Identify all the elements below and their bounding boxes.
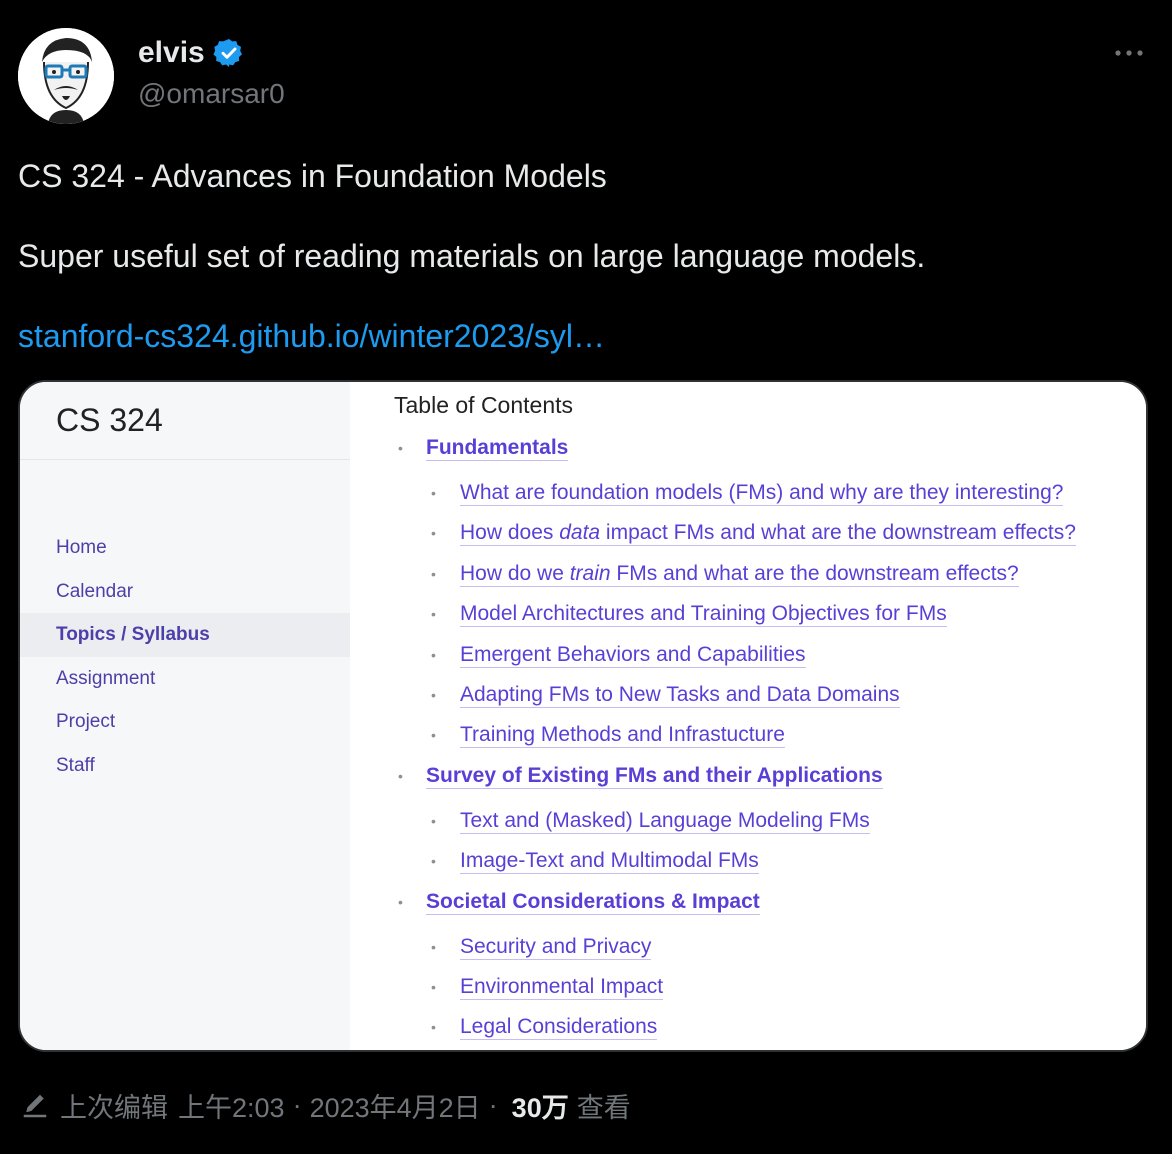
toc-item-link[interactable]: Emergent Behaviors and Capabilities xyxy=(460,643,806,668)
toc-item: • What are foundation models (FMs) and wh… xyxy=(398,473,1136,513)
tweet-text: CS 324 - Advances in Foundation Models S… xyxy=(18,154,1154,394)
toc-item: • Emergent Behaviors and Capabilities xyxy=(398,635,1136,675)
toc-item: • Security and Privacy xyxy=(398,927,1136,967)
site-title[interactable]: CS 324 xyxy=(56,402,163,439)
nav-item-staff[interactable]: Staff xyxy=(20,744,350,788)
bullet-icon: • xyxy=(431,606,436,623)
toc-item-text-post: FMs and what are the downstream effects? xyxy=(610,561,1019,585)
bullet-icon: • xyxy=(431,686,436,703)
views-label: 查看 xyxy=(576,1093,631,1123)
bullet-icon: • xyxy=(431,727,436,744)
tweet-link[interactable]: stanford-cs324.github.io/winter2023/syl… xyxy=(18,318,605,354)
toc-item-text-pre: Emergent Behaviors and Capabilities xyxy=(460,642,806,666)
toc-item-link[interactable]: How do we train FMs and what are the dow… xyxy=(460,562,1019,587)
toc-item-text-post: impact FMs and what are the downstream e… xyxy=(600,521,1076,545)
toc-section-link[interactable]: Fundamentals xyxy=(426,436,569,461)
toc-item-link[interactable]: Training Methods and Infrastucture xyxy=(460,723,785,749)
bullet-icon: • xyxy=(398,440,403,456)
bullet-icon: • xyxy=(431,938,436,955)
toc-section-link[interactable]: Societal Considerations & Impact xyxy=(426,890,760,915)
edited-label[interactable]: 上次编辑 xyxy=(60,1086,168,1125)
toc-item-link[interactable]: What are foundation models (FMs) and why… xyxy=(460,481,1064,506)
toc-item: • Legal Considerations xyxy=(398,1007,1136,1047)
toc-item: • Adapting FMs to New Tasks and Data Doma… xyxy=(398,675,1136,715)
bullet-icon: • xyxy=(431,525,436,542)
bullet-icon: • xyxy=(398,767,403,784)
author-handle[interactable]: @omarsar0 xyxy=(138,78,285,110)
bullet-icon: • xyxy=(431,978,436,995)
toc-item-text-pre: Legal Considerations xyxy=(460,1015,658,1039)
avatar[interactable] xyxy=(18,28,114,124)
toc-item-text-em: train xyxy=(569,561,611,585)
bullet-icon: • xyxy=(398,893,403,910)
nav-item-calendar[interactable]: Calendar xyxy=(20,570,350,614)
tweet-meta: 上次编辑 上午2:03 · 2023年4月2日 · 30万 查看 xyxy=(20,1086,631,1125)
toc-title: Table of Contents xyxy=(394,392,574,418)
toc-section: • Survey of Existing FMs and their Applic… xyxy=(398,756,1136,801)
bullet-icon: • xyxy=(431,812,436,829)
author-display-name[interactable]: elvis xyxy=(138,36,205,70)
toc-item-link[interactable]: Legal Considerations xyxy=(460,1015,658,1041)
tweet-date[interactable]: 2023年4月2日 xyxy=(310,1086,481,1125)
tweet-time[interactable]: 上午2:03 xyxy=(178,1086,285,1125)
nav-item-project[interactable]: Project xyxy=(20,700,350,744)
more-options-icon[interactable] xyxy=(1112,38,1146,68)
toc-item: • Text and (Masked) Language Modeling FMs xyxy=(398,801,1136,841)
table-of-contents: • Fundamentals • What are foundation models… xyxy=(398,428,1136,1048)
verified-badge-icon xyxy=(213,39,242,67)
toc-item-link[interactable]: Environmental Impact xyxy=(460,974,664,1000)
bullet-icon: • xyxy=(431,646,436,663)
toc-section: • Fundamentals xyxy=(398,428,1136,473)
author-name[interactable]: elvis xyxy=(138,36,245,70)
bullet-icon: • xyxy=(431,485,436,501)
toc-item-text-pre: How do we xyxy=(460,561,570,585)
meta-separator: · xyxy=(488,1090,498,1120)
toc-item-text-pre: What are foundation models (FMs) and why… xyxy=(460,481,1064,504)
toc-item-text-em: data xyxy=(559,521,601,545)
avatar-illustration xyxy=(18,28,114,124)
toc-item: • How does data impact FMs and what are t… xyxy=(398,513,1136,553)
views-count: 30万 xyxy=(511,1093,569,1123)
pencil-icon xyxy=(23,1094,47,1117)
toc-item-link[interactable]: Image-Text and Multimodal FMs xyxy=(460,849,759,875)
toc-item-text-pre: Image-Text and Multimodal FMs xyxy=(460,849,759,873)
toc-item: • Environmental Impact xyxy=(398,967,1136,1007)
toc-item-link[interactable]: Text and (Masked) Language Modeling FMs xyxy=(460,809,870,834)
toc-item-link[interactable]: How does data impact FMs and what are th… xyxy=(460,521,1076,547)
site-nav: Home Calendar Topics / Syllabus Assignment P… xyxy=(20,526,350,787)
toc-section-link[interactable]: Survey of Existing FMs and their Applica… xyxy=(426,764,883,789)
toc-item-text-pre: Model Architectures and Training Objecti… xyxy=(460,602,947,626)
toc-item-link[interactable]: Adapting FMs to New Tasks and Data Domai… xyxy=(460,683,900,708)
toc-item-text-pre: Text and (Masked) Language Modeling FMs xyxy=(460,808,870,832)
site-content: Table of Contents • Fundamentals • What are… xyxy=(350,382,1146,1050)
site-sidebar: CS 324 Home Calendar Topics / Syllabus Assi… xyxy=(20,382,351,1050)
nav-item-home[interactable]: Home xyxy=(20,526,350,570)
toc-section: • Societal Considerations & Impact xyxy=(398,882,1136,927)
toc-item-link[interactable]: Security and Privacy xyxy=(460,934,652,960)
nav-item-assignment[interactable]: Assignment xyxy=(20,657,350,701)
toc-item-link[interactable]: Model Architectures and Training Objecti… xyxy=(460,602,947,628)
toc-item-text-pre: Security and Privacy xyxy=(460,934,652,958)
toc-item-text-pre: Environmental Impact xyxy=(460,974,664,998)
sidebar-divider xyxy=(20,459,350,460)
bullet-icon: • xyxy=(431,1019,436,1036)
toc-item-text-pre: How does xyxy=(460,521,560,545)
bullet-icon: • xyxy=(431,853,436,870)
toc-item: • Image-Text and Multimodal FMs xyxy=(398,841,1136,881)
meta-separator: · xyxy=(292,1090,302,1120)
tweet-line-title: CS 324 - Advances in Foundation Models xyxy=(18,158,607,194)
toc-item: • How do we train FMs and what are the do… xyxy=(398,554,1136,594)
toc-item-text-pre: Training Methods and Infrastucture xyxy=(460,723,785,747)
attached-image-card[interactable]: CS 324 Home Calendar Topics / Syllabus Assi… xyxy=(18,380,1148,1052)
toc-item-text-pre: Adapting FMs to New Tasks and Data Domai… xyxy=(460,682,900,706)
nav-item-topics-syllabus[interactable]: Topics / Syllabus xyxy=(20,613,350,657)
tweet-line-description: Super useful set of reading materials on… xyxy=(18,238,926,274)
toc-item: • Training Methods and Infrastucture xyxy=(398,715,1136,755)
bullet-icon: • xyxy=(431,565,436,582)
toc-item: • Model Architectures and Training Object… xyxy=(398,594,1136,634)
